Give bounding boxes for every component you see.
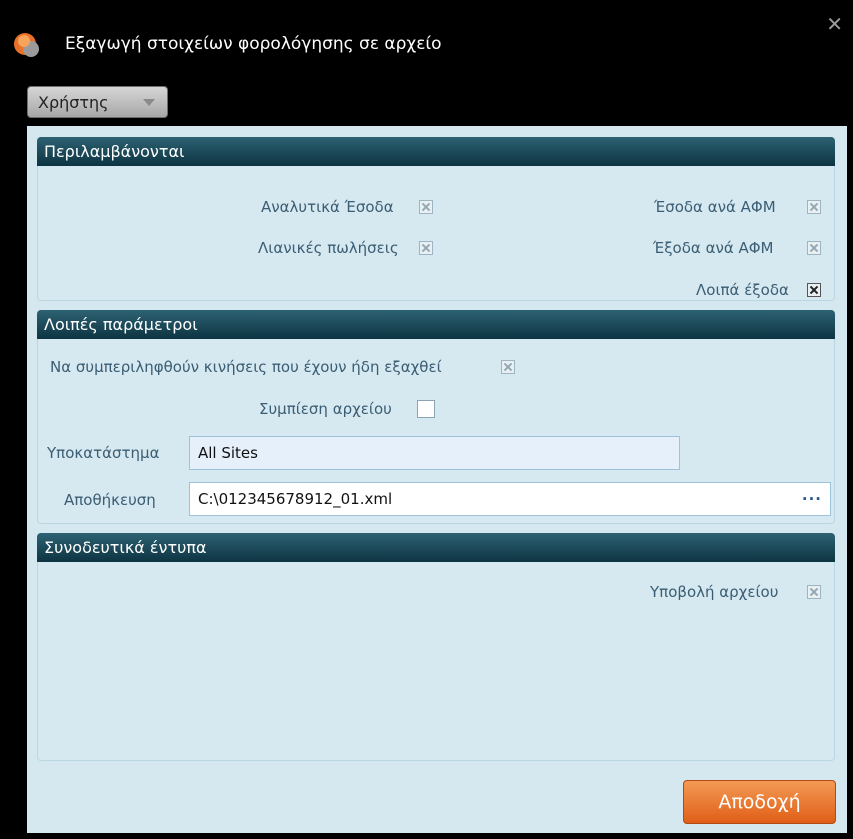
other-expenses-label: Λοιπά έξοδα (696, 281, 789, 299)
expenses-per-afm-checkbox[interactable] (807, 241, 821, 255)
other-params-group: Λοιπές παράμετροι Να συμπεριληφθούν κινή… (37, 310, 835, 524)
expenses-per-afm-label: Έξοδα ανά ΑΦΜ (653, 239, 774, 257)
branch-field[interactable]: All Sites (189, 436, 680, 470)
analytic-income-label: Αναλυτικά Έσοδα (261, 198, 394, 216)
dialog-content: Περιλαμβάνονται Αναλυτικά Έσοδα Έσοδα αν… (27, 126, 847, 833)
compress-file-label: Συμπίεση αρχείου (259, 400, 392, 418)
attachments-group-header: Συνοδευτικά έντυπα (37, 533, 835, 562)
submit-file-label: Υποβολή αρχείου (650, 583, 779, 601)
income-per-afm-label: Έσοδα ανά ΑΦΜ (654, 198, 776, 216)
save-path-label: Αποθήκευση (64, 491, 156, 509)
retail-sales-label: Λιανικές πωλήσεις (258, 239, 399, 257)
included-group-header: Περιλαμβάνονται (37, 137, 835, 166)
chevron-down-icon (143, 99, 155, 106)
save-path-value: C:\012345678912_01.xml (198, 490, 393, 508)
other-params-group-header: Λοιπές παράμετροι (37, 310, 835, 339)
save-path-input[interactable]: C:\012345678912_01.xml ··· (189, 482, 831, 516)
included-group: Περιλαμβάνονται Αναλυτικά Έσοδα Έσοδα αν… (37, 137, 835, 301)
accept-button[interactable]: Αποδοχή (683, 780, 836, 824)
export-tax-dialog: Εξαγωγή στοιχείων φορολόγησης σε αρχείο … (0, 0, 853, 839)
browse-button[interactable]: ··· (802, 483, 822, 515)
close-icon[interactable]: ✕ (826, 14, 843, 34)
user-button-label: Χρήστης (38, 93, 109, 112)
compress-file-checkbox[interactable] (417, 400, 435, 418)
income-per-afm-checkbox[interactable] (807, 200, 821, 214)
other-expenses-checkbox[interactable] (807, 283, 821, 297)
window-title: Εξαγωγή στοιχείων φορολόγησης σε αρχείο (65, 34, 442, 54)
submit-file-checkbox[interactable] (807, 585, 821, 599)
title-bar: Εξαγωγή στοιχείων φορολόγησης σε αρχείο … (0, 0, 853, 80)
branch-label: Υποκατάστημα (47, 444, 160, 462)
analytic-income-checkbox[interactable] (419, 200, 433, 214)
user-dropdown-button[interactable]: Χρήστης (27, 86, 168, 118)
include-exported-label: Να συμπεριληφθούν κινήσεις που έχουν ήδη… (50, 358, 442, 376)
app-logo-icon (14, 33, 39, 57)
retail-sales-checkbox[interactable] (419, 241, 433, 255)
include-exported-checkbox[interactable] (501, 360, 515, 374)
attachments-group: Συνοδευτικά έντυπα Υποβολή αρχείου (37, 533, 835, 761)
